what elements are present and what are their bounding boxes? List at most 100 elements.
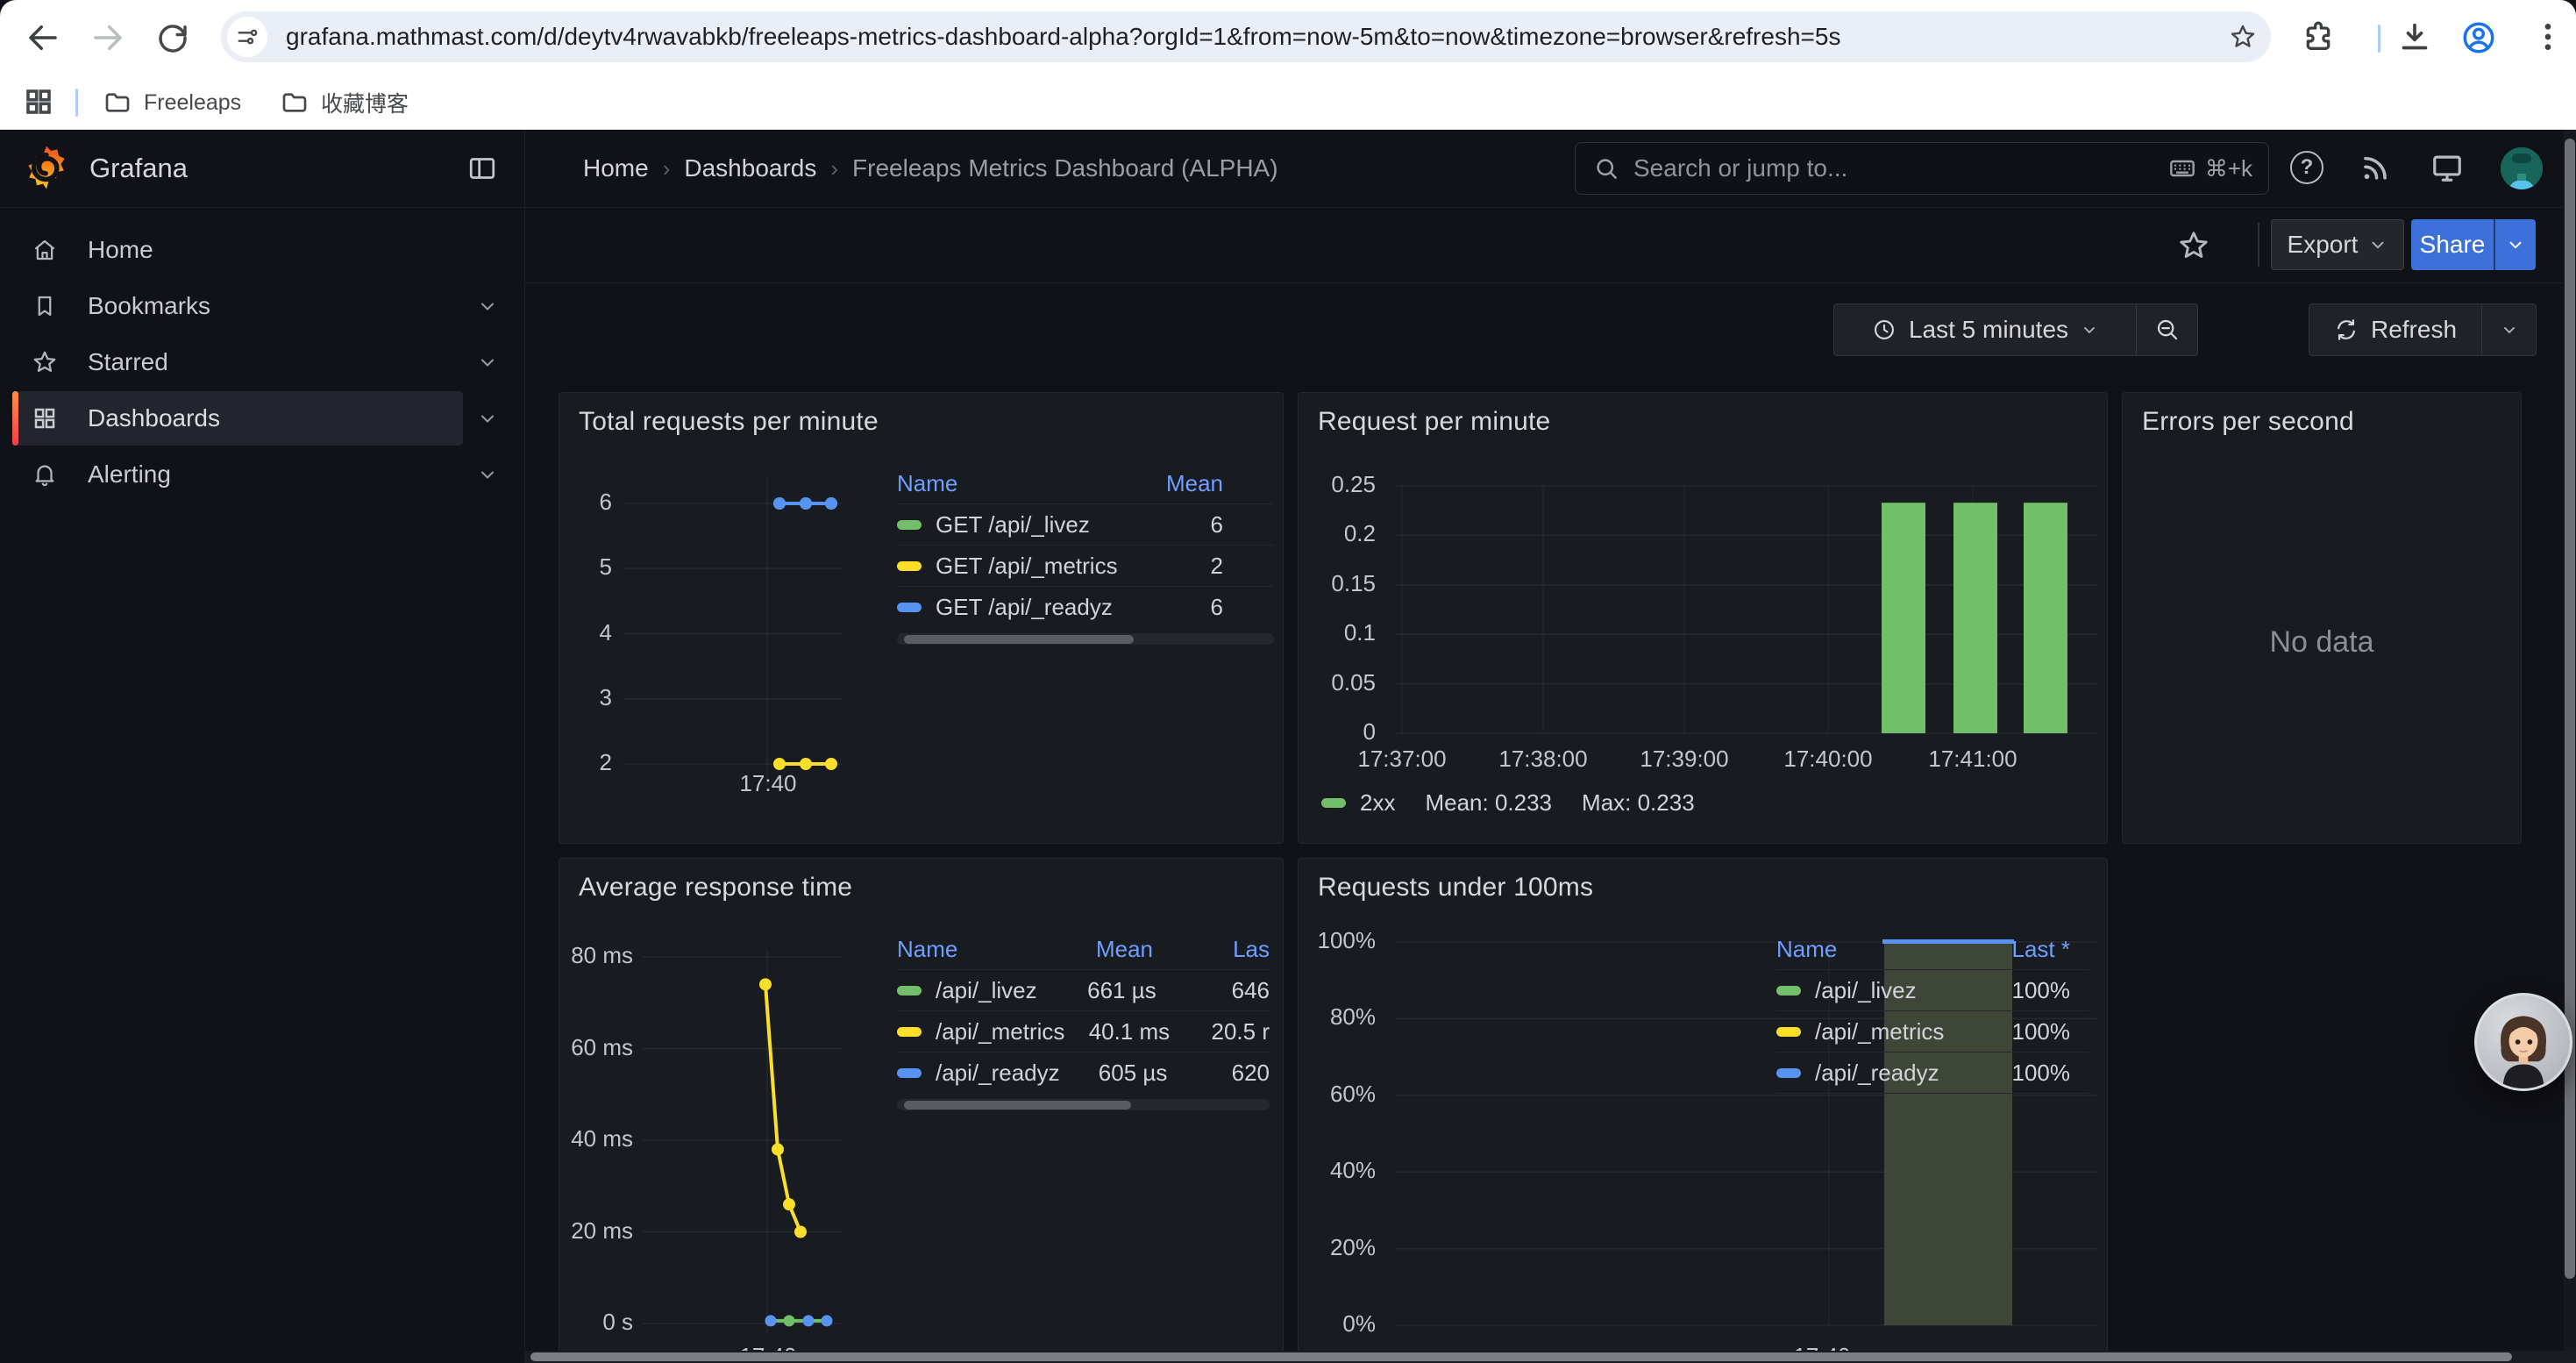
legend-mean: Mean: 0.233	[1425, 789, 1552, 817]
bookmark-folder-freeleaps[interactable]: Freeleaps	[103, 75, 241, 130]
legend-scrollbar[interactable]	[897, 633, 1274, 645]
time-range-label: Last 5 minutes	[1909, 316, 2068, 344]
export-button[interactable]: Export	[2271, 219, 2404, 270]
x-axis-tick: 17:40	[724, 770, 812, 797]
assistant-avatar[interactable]	[2474, 993, 2572, 1091]
legend-row[interactable]: GET /api/_metrics2	[897, 545, 1274, 586]
bookmarks-bar: Freeleaps 收藏博客	[0, 75, 2576, 130]
series-color-pill	[897, 603, 922, 612]
browser-reload-icon[interactable]	[154, 19, 191, 56]
horizontal-scrollbar[interactable]	[525, 1351, 2576, 1363]
browser-back-icon[interactable]	[25, 19, 61, 56]
legend-row[interactable]: /api/_metrics100%	[1776, 1010, 2089, 1052]
downloads-icon[interactable]	[2397, 19, 2434, 56]
share-label[interactable]: Share	[2411, 219, 2494, 270]
sidebar-item-dashboards[interactable]: Dashboards	[0, 390, 524, 446]
chevron-down-icon	[2081, 321, 2098, 339]
toolbar-separator	[2258, 223, 2259, 267]
legend-row[interactable]: /api/_metrics40.1 ms20.5 r	[897, 1010, 1270, 1052]
refresh-label: Refresh	[2371, 316, 2457, 344]
star-icon	[32, 349, 58, 375]
clock-icon	[1872, 318, 1896, 342]
legend-row[interactable]: /api/_readyz100%	[1776, 1052, 2089, 1093]
apps-grid-icon[interactable]	[23, 86, 60, 123]
sidebar-item-label: Bookmarks	[88, 292, 210, 320]
axis-tick: 2	[572, 749, 612, 776]
vertical-scrollbar[interactable]	[2564, 130, 2576, 1363]
share-button[interactable]: Share	[2411, 219, 2536, 270]
panel-average-response-time[interactable]: Average response time 17:40 NameMeanLas/…	[559, 858, 1284, 1363]
zoom-out-icon	[2154, 317, 2181, 343]
panel-request-per-minute[interactable]: Request per minute 2xx Mean: 0.233 Max: …	[1298, 392, 2108, 844]
legend-scrollbar[interactable]	[897, 1099, 1270, 1110]
legend-row[interactable]: /api/_livez661 µs646	[897, 969, 1270, 1010]
series-color-pill	[897, 1068, 922, 1078]
sidebar-item-label: Home	[88, 236, 153, 264]
toolbar-divider	[525, 282, 2576, 283]
sidebar-item-home[interactable]: Home	[0, 222, 524, 278]
legend-row[interactable]: /api/_readyz605 µs620	[897, 1052, 1270, 1093]
refresh-button[interactable]: Refresh	[2309, 304, 2481, 355]
series-color-pill	[897, 520, 922, 530]
chevron-down-icon[interactable]	[477, 408, 498, 429]
chevron-down-icon[interactable]	[477, 352, 498, 373]
series-color-pill	[897, 1027, 922, 1037]
horizontal-scrollbar-thumb[interactable]	[530, 1352, 2512, 1361]
url-bar[interactable]: grafana.mathmast.com/d/deytv4rwavabkb/fr…	[221, 11, 2271, 62]
axis-tick: 0.25	[1304, 471, 1376, 498]
axis-tick: 17:38:00	[1482, 746, 1605, 773]
sidebar-item-starred[interactable]: Starred	[0, 334, 524, 390]
bookmarks-separator	[75, 89, 78, 117]
browser-forward-icon[interactable]	[89, 19, 126, 56]
browser-chrome: grafana.mathmast.com/d/deytv4rwavabkb/fr…	[0, 0, 2576, 75]
series-color-pill	[1321, 798, 1346, 808]
url-text[interactable]: grafana.mathmast.com/d/deytv4rwavabkb/fr…	[286, 11, 2215, 62]
legend-row[interactable]: GET /api/_readyz6	[897, 586, 1274, 627]
home-icon	[32, 237, 58, 263]
bookmark-label: 收藏博客	[321, 87, 409, 118]
vertical-scrollbar-thumb[interactable]	[2565, 139, 2575, 1279]
chevron-down-icon[interactable]	[477, 296, 498, 317]
sidebar-item-bookmarks[interactable]: Bookmarks	[0, 278, 524, 334]
zoom-out-button[interactable]	[2136, 304, 2197, 355]
axis-tick: 0.2	[1304, 520, 1376, 547]
legend-header: NameMeanLas	[897, 929, 1270, 969]
chevron-down-icon	[2368, 235, 2387, 254]
series-color-pill	[1776, 1027, 1801, 1037]
panel-requests-under-100ms[interactable]: Requests under 100ms 17:40 NameLast */ap…	[1298, 858, 2108, 1363]
axis-tick: 100%	[1299, 927, 1376, 954]
browser-menu-icon[interactable]	[2530, 19, 2567, 56]
grafana-logo[interactable]	[23, 144, 70, 191]
bookmark-folder-blogs[interactable]: 收藏博客	[281, 75, 409, 130]
time-range-button[interactable]: Last 5 minutes	[1834, 304, 2136, 355]
bar-chart	[1299, 393, 2109, 845]
site-info-icon[interactable]	[227, 17, 267, 57]
bookmark-star-icon[interactable]	[2229, 23, 2257, 51]
panel-errors-per-second[interactable]: Errors per second No data	[2122, 392, 2522, 844]
panel-total-requests[interactable]: Total requests per minute 17:40 NameMean…	[559, 392, 1284, 844]
bookmark-label: Freeleaps	[144, 90, 241, 116]
favorite-star-icon[interactable]	[2177, 229, 2210, 262]
sidebar-toggle-icon[interactable]	[466, 153, 498, 184]
axis-tick: 40%	[1299, 1157, 1376, 1184]
refresh-interval-button[interactable]	[2481, 304, 2536, 355]
chart-legend[interactable]: 2xx Mean: 0.233 Max: 0.233	[1321, 789, 1695, 817]
legend-row[interactable]: /api/_livez100%	[1776, 969, 2089, 1010]
axis-tick: 0	[1304, 718, 1376, 746]
extensions-icon[interactable]	[2301, 19, 2338, 56]
chevron-down-icon[interactable]	[477, 464, 498, 485]
share-menu-button[interactable]	[2494, 219, 2536, 270]
sidebar-item-label: Alerting	[88, 460, 171, 489]
bell-icon	[32, 461, 58, 488]
chrome-separator	[2378, 25, 2380, 53]
axis-tick: 80 ms	[565, 942, 633, 969]
axis-tick: 0.15	[1304, 570, 1376, 597]
sidebar-item-alerting[interactable]: Alerting	[0, 446, 524, 503]
profile-icon[interactable]	[2460, 19, 2497, 56]
brand-name: Grafana	[89, 153, 188, 184]
axis-tick: 0%	[1299, 1310, 1376, 1338]
axis-tick: 0.05	[1304, 669, 1376, 696]
dashboards-grid-icon	[32, 405, 58, 432]
legend-row[interactable]: GET /api/_livez6	[897, 503, 1274, 545]
no-data-message: No data	[2123, 625, 2521, 660]
